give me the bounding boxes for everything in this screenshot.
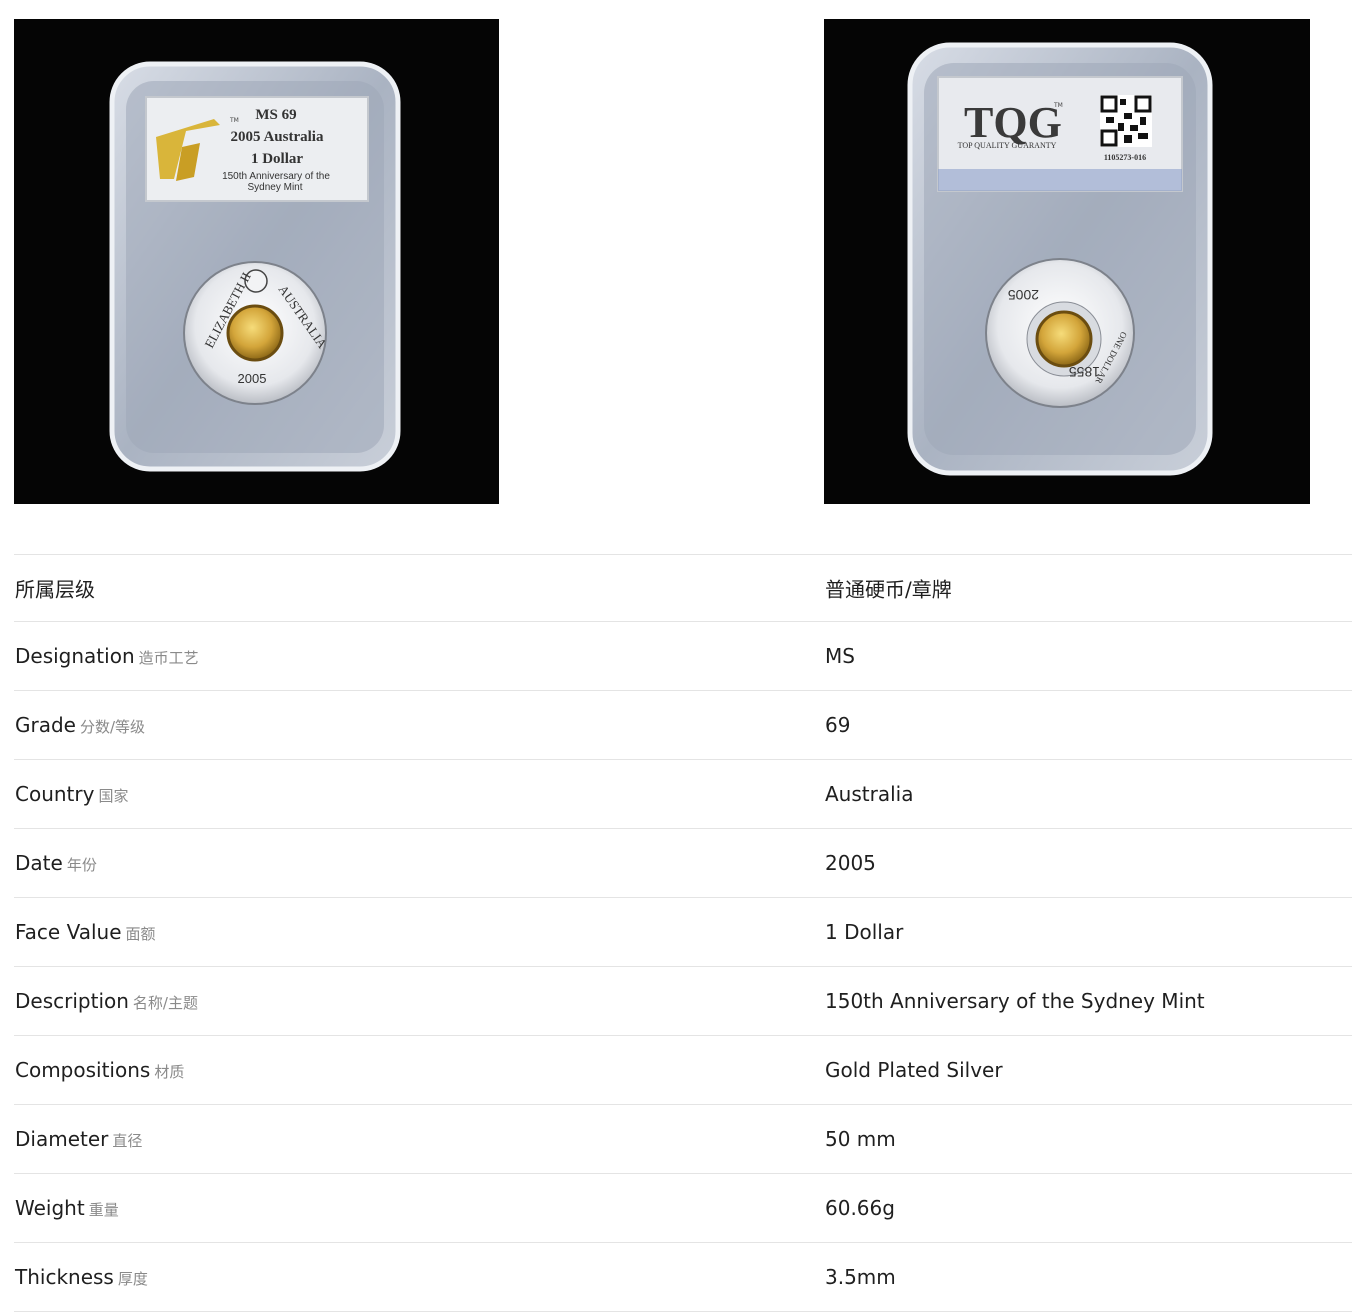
spec-label-zh: 材质 [154, 1063, 185, 1081]
qr-code-icon [1100, 95, 1152, 147]
front-label-desc1: 150th Anniversary of the [222, 171, 330, 182]
back-coin-date: 1855 [1069, 364, 1100, 380]
spec-value: MS [825, 644, 855, 668]
spec-label-zh: 厚度 [117, 1270, 148, 1288]
spec-label: Diameter 直径 [15, 1127, 142, 1151]
spec-label: Face Value 面额 [15, 920, 156, 944]
spec-label-zh: 国家 [98, 787, 129, 805]
spec-label: Date 年份 [15, 851, 97, 875]
spec-label-en: Thickness [15, 1265, 114, 1289]
spec-value: 2005 [825, 851, 876, 875]
spec-label-zh: 重量 [88, 1201, 119, 1219]
spec-row-tier: 所属层级 普通硬币/章牌 [14, 555, 1352, 622]
cert-number: 1105273-016 [1104, 153, 1146, 162]
spec-row-compositions: Compositions 材质 Gold Plated Silver [14, 1036, 1352, 1105]
back-coin-year: 2005 [1008, 287, 1039, 303]
spec-label-en: Description [15, 989, 129, 1013]
spec-row-weight: Weight 重量 60.66g [14, 1174, 1352, 1243]
spec-value: Gold Plated Silver [825, 1058, 1003, 1082]
tqg-tagline: TOP QUALITY GUARANTY [958, 141, 1057, 150]
front-label-year-country: 2005 Australia [231, 129, 324, 145]
spec-label: Grade 分数/等级 [15, 713, 145, 737]
spec-label-en: 所属层级 [15, 577, 95, 602]
spec-value: Australia [825, 782, 914, 806]
spec-row-date: Date 年份 2005 [14, 829, 1352, 898]
spec-label-en: Designation [15, 644, 135, 668]
coin-back-photo[interactable]: TQG TM TOP QUALITY GUARANTY 1105273-016 … [824, 19, 1310, 504]
spec-value: 150th Anniversary of the Sydney Mint [825, 989, 1205, 1013]
spec-label: Description 名称/主题 [15, 989, 198, 1013]
spec-label: 所属层级 [15, 574, 95, 603]
front-label-desc2: Sydney Mint [247, 182, 302, 193]
spec-value: 3.5mm [825, 1265, 896, 1289]
spec-label-en: Diameter [15, 1127, 109, 1151]
spec-label-en: Compositions [15, 1058, 151, 1082]
spec-value: 69 [825, 713, 851, 737]
spec-label-en: Weight [15, 1196, 85, 1220]
front-slab-image: TM MS 69 2005 Australia 1 Dollar 150th A… [109, 61, 401, 472]
spec-value: 50 mm [825, 1127, 896, 1151]
spec-label: Weight 重量 [15, 1196, 119, 1220]
spec-label-en: Grade [15, 713, 76, 737]
spec-row-grade: Grade 分数/等级 69 [14, 691, 1352, 760]
spec-label: Compositions 材质 [15, 1058, 184, 1082]
tqg-logo: TQG [964, 98, 1062, 147]
spec-label-zh: 直径 [112, 1132, 143, 1150]
front-coin-year: 2005 [238, 371, 267, 386]
spec-label: Designation 造币工艺 [15, 644, 199, 668]
spec-row-description: Description 名称/主题 150th Anniversary of th… [14, 967, 1352, 1036]
spec-label-zh: 分数/等级 [79, 718, 146, 736]
spec-label-en: Face Value [15, 920, 122, 944]
spec-row-designation: Designation 造币工艺 MS [14, 622, 1352, 691]
front-tm-mark: TM [229, 117, 239, 124]
spec-row-face-value: Face Value 面额 1 Dollar [14, 898, 1352, 967]
spec-value: 60.66g [825, 1196, 895, 1220]
spec-label-en: Country [15, 782, 95, 806]
front-label-denomination: 1 Dollar [251, 151, 303, 167]
spec-label: Thickness 厚度 [15, 1265, 148, 1289]
spec-row-thickness: Thickness 厚度 3.5mm [14, 1243, 1352, 1312]
back-tm-mark: TM [1053, 102, 1063, 109]
spec-label: Country 国家 [15, 782, 128, 806]
coin-front-photo[interactable]: TM MS 69 2005 Australia 1 Dollar 150th A… [14, 19, 499, 504]
spec-row-country: Country 国家 Australia [14, 760, 1352, 829]
coin-specs-table: 所属层级 普通硬币/章牌 Designation 造币工艺 MS Grade 分数/… [14, 554, 1352, 1312]
back-coin: 2005 ONE DOLLAR 1855 [985, 258, 1135, 408]
spec-label-en: Date [15, 851, 63, 875]
spec-label-zh: 面额 [125, 925, 156, 943]
spec-value: 1 Dollar [825, 920, 904, 944]
spec-label-zh: 名称/主题 [132, 994, 198, 1012]
front-label-grade: MS 69 [255, 107, 296, 123]
spec-row-diameter: Diameter 直径 50 mm [14, 1105, 1352, 1174]
spec-label-zh: 造币工艺 [138, 649, 199, 667]
spec-label-zh: 年份 [66, 856, 97, 874]
back-slab-image: TQG TM TOP QUALITY GUARANTY 1105273-016 … [907, 42, 1213, 476]
spec-value: 普通硬币/章牌 [825, 577, 952, 602]
